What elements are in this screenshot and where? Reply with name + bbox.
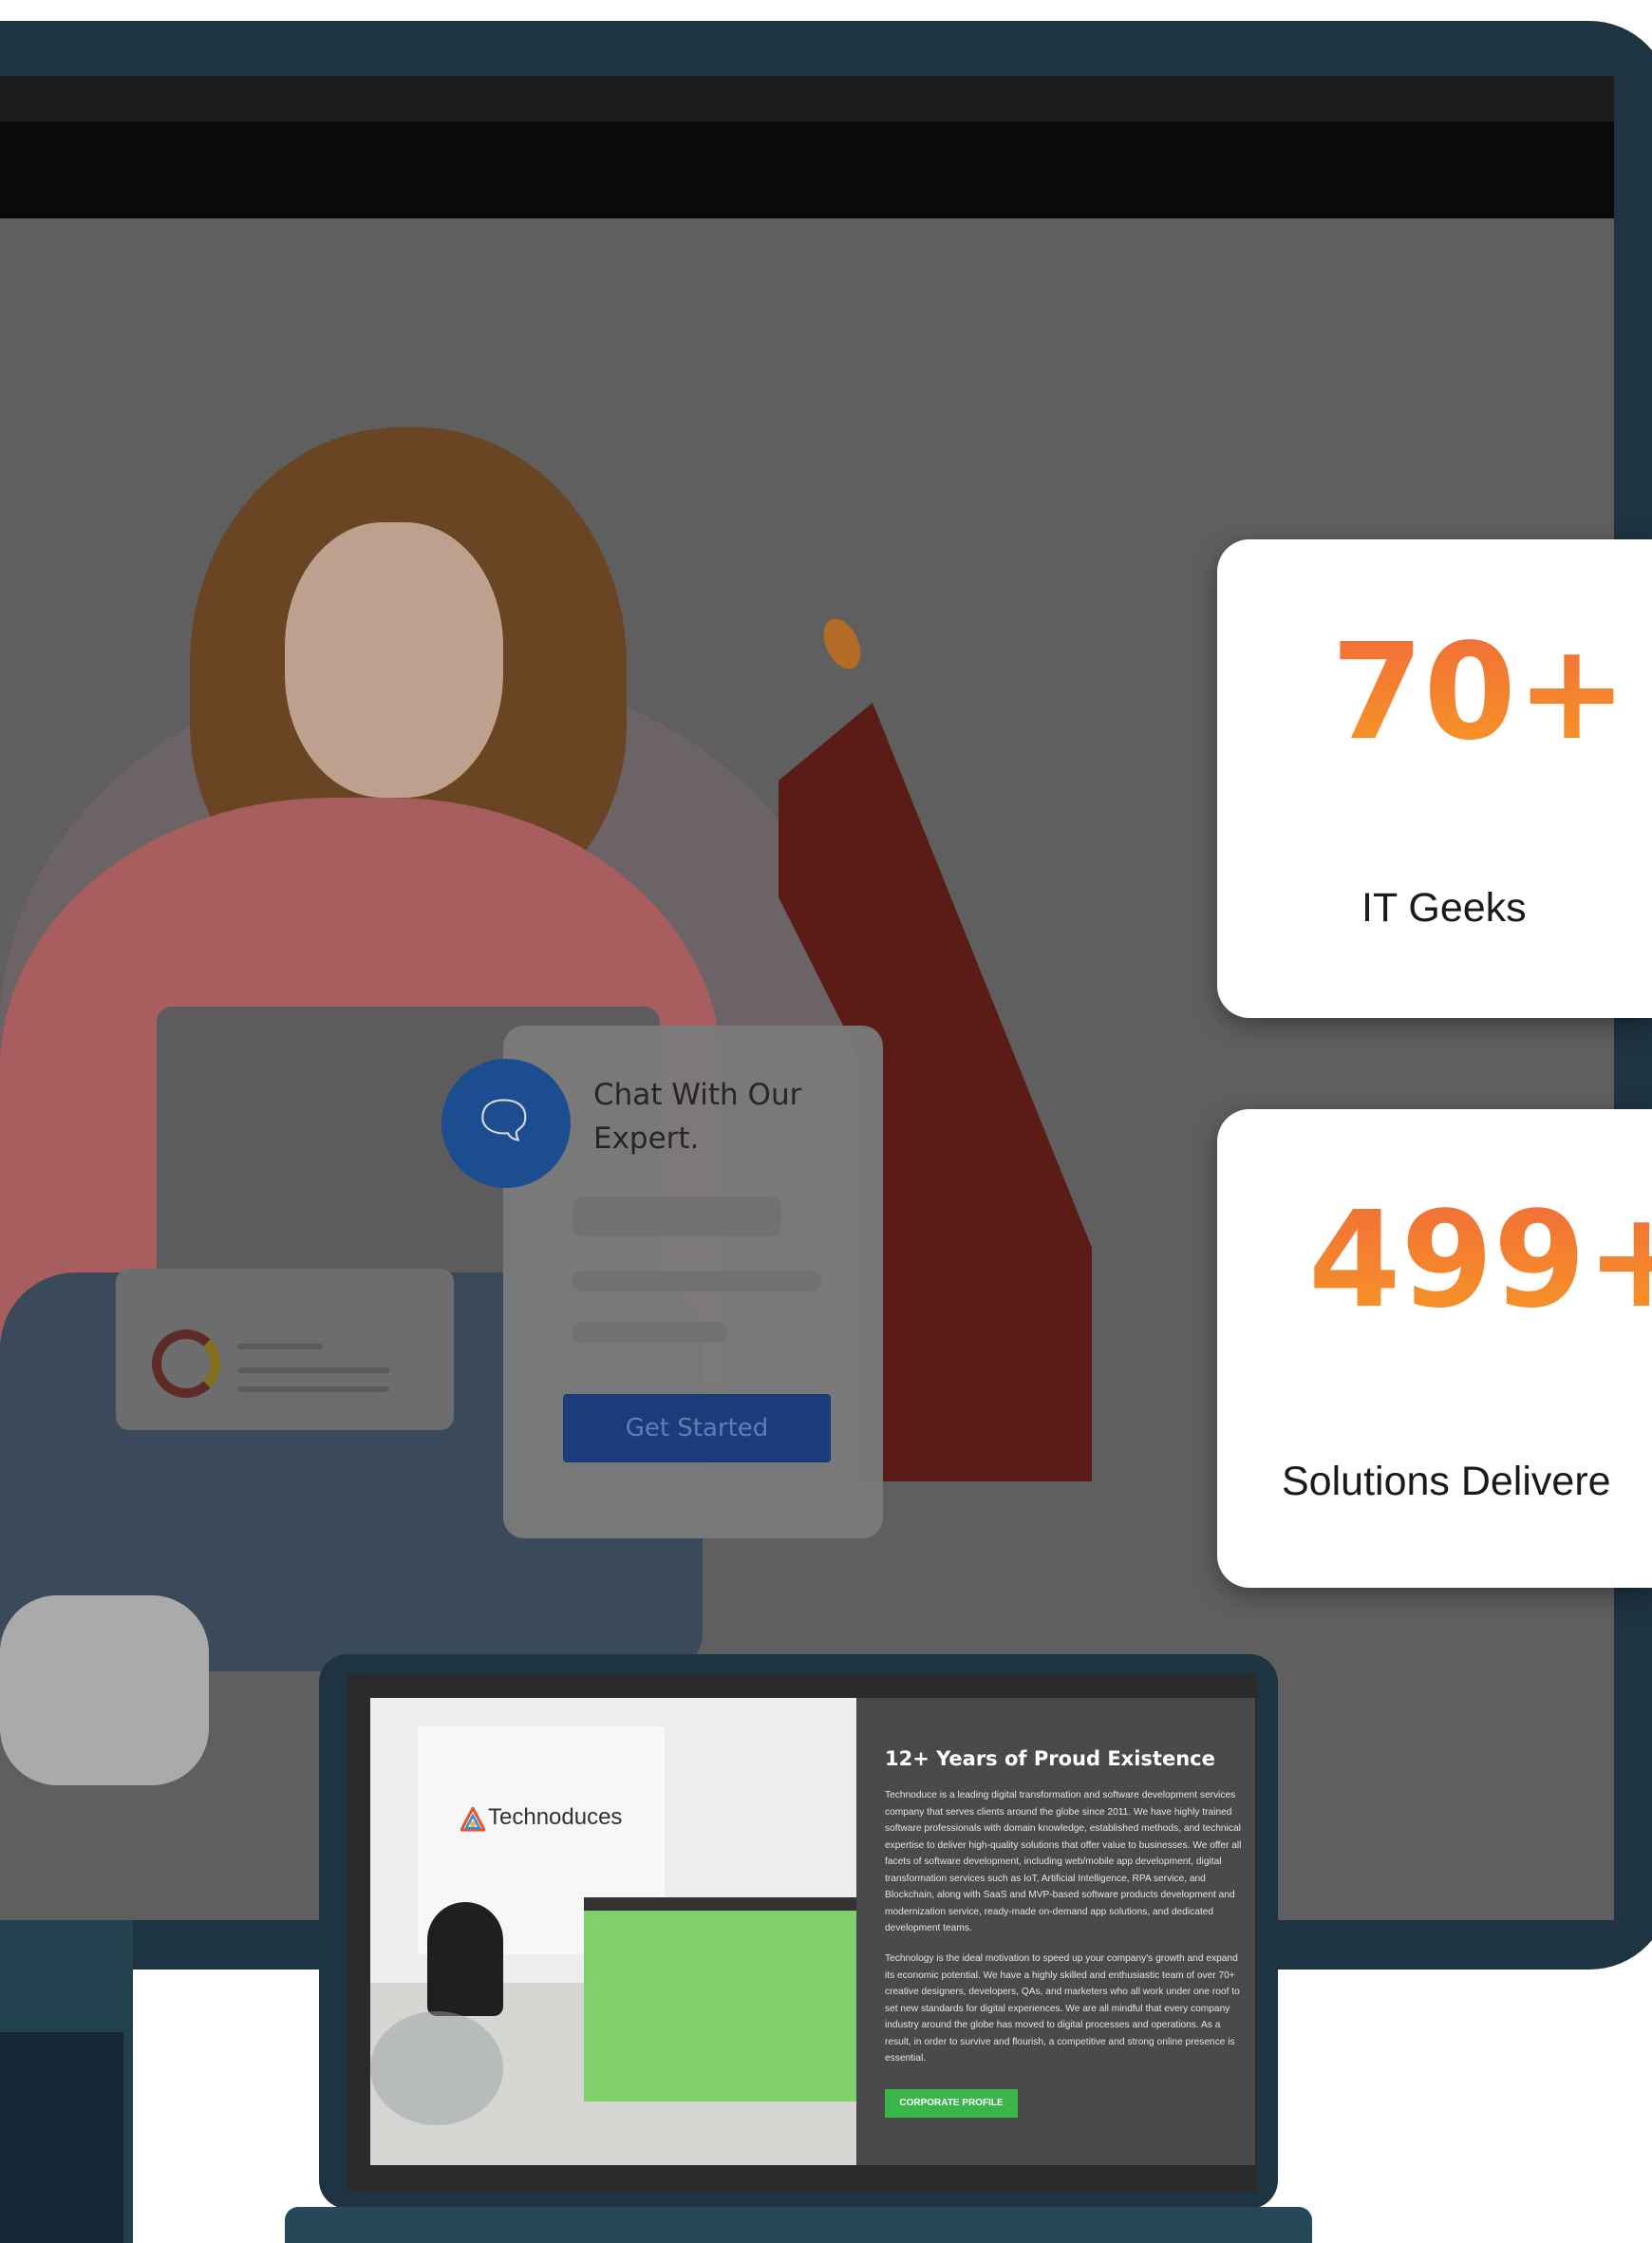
laptop-base [285, 2207, 1312, 2243]
person-face [285, 522, 503, 798]
browser-top-bar [0, 76, 1614, 122]
person-shoe [0, 1595, 209, 1785]
about-paragraph: Technoduce is a leading digital transfor… [885, 1790, 1242, 1933]
corporate-profile-button[interactable]: CORPORATE PROFILE [885, 2089, 1018, 2118]
chat-input-placeholder [573, 1322, 728, 1343]
chat-input-placeholder [573, 1197, 781, 1236]
brand-dot [816, 613, 869, 675]
placeholder-line [237, 1367, 389, 1373]
glass-table [370, 2011, 503, 2125]
get-started-button[interactable]: Get Started [563, 1394, 831, 1462]
about-paragraph: Technology is the ideal motivation to sp… [885, 1953, 1240, 2064]
stat-label: Solutions Delivere [1282, 1459, 1611, 1504]
stat-value: 499+ [1308, 1183, 1652, 1338]
stat-card-it-geeks: 70+ IT Geeks [1217, 539, 1652, 1018]
office-logo-text: Technoduces [488, 1804, 623, 1830]
stat-label: IT Geeks [1361, 885, 1527, 931]
office-photo: Technoduces [370, 1698, 856, 2165]
site-navigation-bar [0, 122, 1614, 218]
placeholder-line [237, 1344, 323, 1349]
chat-glyph-icon: 🗨 [471, 1092, 537, 1149]
about-title: 12+ Years of Proud Existence [885, 1747, 1215, 1770]
chat-widget-title: Chat With Our Expert. [593, 1078, 802, 1156]
office-chair [427, 1902, 503, 2016]
reception-desk [584, 1902, 856, 2102]
stat-card-solutions: 499+ Solutions Delivere [1217, 1109, 1652, 1588]
reception-desk-top [584, 1897, 856, 1911]
placeholder-line [237, 1386, 389, 1392]
donut-chart-icon [152, 1329, 220, 1398]
monitor-stand [0, 2032, 123, 2243]
technoduces-logo-icon [460, 1807, 485, 1832]
stat-value: 70+ [1331, 615, 1628, 770]
chat-input-placeholder [573, 1271, 821, 1291]
